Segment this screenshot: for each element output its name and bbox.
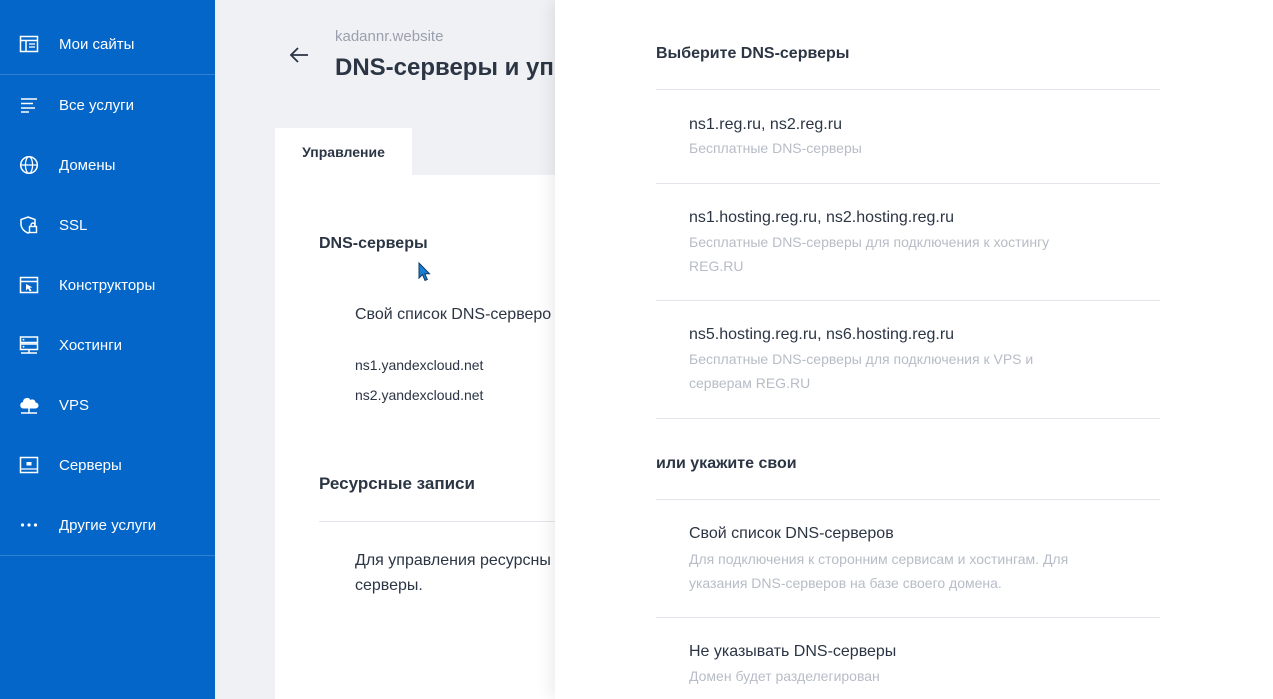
option-title: Не указывать DNS-серверы — [689, 643, 897, 660]
sidebar-item-label: Домены — [59, 156, 116, 174]
option-description: Бесплатные DNS-серверы — [689, 140, 862, 156]
sidebar-item-builders[interactable]: Конструкторы — [0, 255, 215, 315]
builder-icon — [18, 274, 40, 296]
hosting-icon — [18, 334, 40, 356]
tab-management[interactable]: Управление — [275, 128, 412, 175]
option-title: Свой список DNS-серверов — [689, 525, 894, 542]
sidebar-item-hosting[interactable]: Хостинги — [0, 315, 215, 375]
main-content: kadannr.website DNS-серверы и уп Управле… — [215, 0, 555, 699]
sidebar-item-label: Серверы — [59, 456, 122, 474]
panel-heading-custom: или укажите свои — [656, 455, 797, 472]
globe-icon — [18, 154, 40, 176]
sidebar-item-label: Конструкторы — [59, 276, 156, 294]
shield-lock-icon — [18, 214, 40, 236]
mouse-cursor-icon — [418, 261, 432, 287]
divider — [319, 521, 555, 522]
ns-value: ns2.yandexcloud.net — [355, 387, 484, 403]
option-description: Домен будет разделегирован — [689, 668, 880, 684]
sidebar: Мои сайты Все услуги Домены SSL Конструк… — [0, 0, 215, 699]
sidebar-item-label: SSL — [59, 216, 88, 234]
sidebar-item-other-services[interactable]: Другие услуги — [0, 495, 215, 555]
option-title: ns1.reg.ru, ns2.reg.ru — [689, 116, 842, 133]
resource-records-text: Для управления ресурсны серверы. — [355, 552, 551, 594]
option-description: Бесплатные DNS-серверы для подключения к… — [689, 234, 1050, 274]
sidebar-item-label: Мои сайты — [59, 35, 135, 53]
more-icon — [18, 514, 40, 536]
sidebar-item-label: Другие услуги — [59, 516, 157, 534]
resource-records-title: Ресурсные записи — [319, 474, 475, 493]
list-icon — [18, 94, 40, 116]
divider — [0, 555, 215, 556]
sidebar-item-label: Все услуги — [59, 96, 134, 114]
sidebar-item-label: VPS — [59, 396, 90, 414]
dns-current-type: Свой список DNS-серверо — [355, 306, 552, 323]
sidebar-item-domains[interactable]: Домены — [0, 135, 215, 195]
panel-heading-choose: Выберите DNS-серверы — [656, 45, 850, 62]
sidebar-item-label: Хостинги — [59, 336, 123, 354]
option-no-dns[interactable]: Не указывать DNS-серверы Домен будет раз… — [656, 618, 1160, 699]
back-arrow-icon[interactable] — [288, 44, 310, 66]
server-icon — [18, 454, 40, 476]
ns-value: ns1.yandexcloud.net — [355, 357, 484, 373]
sidebar-item-vps[interactable]: VPS — [0, 375, 215, 435]
dns-selection-panel: Выберите DNS-серверы ns1.reg.ru, ns2.reg… — [555, 0, 1273, 699]
sidebar-item-servers[interactable]: Серверы — [0, 435, 215, 495]
option-reg-ru[interactable]: ns1.reg.ru, ns2.reg.ru Бесплатные DNS-се… — [656, 90, 1160, 183]
sidebar-item-all-services[interactable]: Все услуги — [0, 75, 215, 135]
page-title: DNS-серверы и уп — [335, 54, 554, 81]
dns-section-title: DNS-серверы — [319, 235, 428, 252]
option-hosting-reg-ru[interactable]: ns1.hosting.reg.ru, ns2.hosting.reg.ru Б… — [656, 184, 1160, 300]
site-name: kadannr.website — [335, 28, 444, 45]
divider — [656, 418, 1160, 419]
vps-icon — [18, 394, 40, 416]
option-description: Для подключения к сторонним сервисам и х… — [689, 551, 1069, 591]
sites-icon — [18, 33, 40, 55]
option-vps-reg-ru[interactable]: ns5.hosting.reg.ru, ns6.hosting.reg.ru Б… — [656, 301, 1160, 418]
option-title: ns1.hosting.reg.ru, ns2.hosting.reg.ru — [689, 209, 955, 226]
option-description: Бесплатные DNS-серверы для подключения к… — [689, 351, 1034, 391]
option-custom-list[interactable]: Свой список DNS-серверов Для подключения… — [656, 500, 1160, 617]
sidebar-item-ssl[interactable]: SSL — [0, 195, 215, 255]
sidebar-item-my-sites[interactable]: Мои сайты — [0, 14, 215, 74]
option-title: ns5.hosting.reg.ru, ns6.hosting.reg.ru — [689, 326, 955, 343]
content-card — [275, 128, 555, 699]
